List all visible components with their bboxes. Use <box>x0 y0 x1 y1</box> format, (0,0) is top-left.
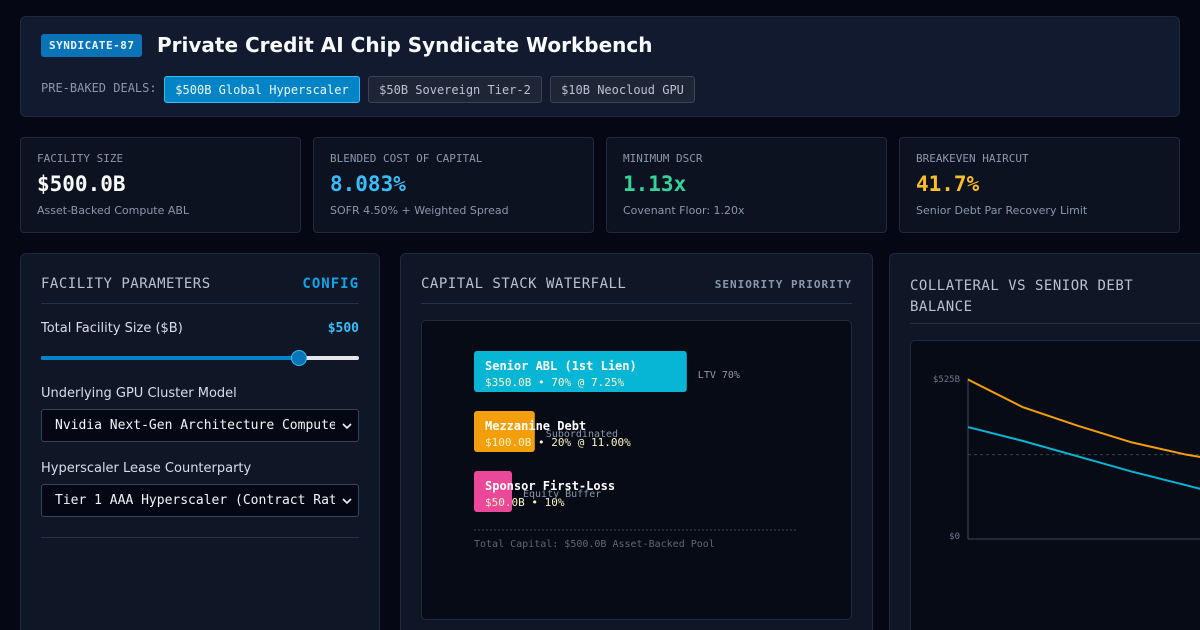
waterfall-footer: Total Capital: $500.0B Asset-Backed Pool <box>474 539 715 550</box>
series-line-1 <box>967 426 1200 490</box>
y-tick-label: $525B <box>933 375 960 385</box>
chevron-down-icon <box>342 498 352 505</box>
tranche-tag: Equity Buffer <box>523 489 601 500</box>
config-link[interactable]: CONFIG <box>302 276 359 292</box>
slider-fill <box>41 356 299 360</box>
kpi-value: 41.7% <box>916 172 980 196</box>
line-chart-svg: $525B $0 <box>933 375 1200 542</box>
kpi-label: BLENDED COST OF CAPITAL <box>330 152 483 165</box>
divider <box>41 537 359 538</box>
kpi-facility-size: FACILITY SIZE $500.0B Asset-Backed Compu… <box>20 137 301 233</box>
kpi-cost-of-capital: BLENDED COST OF CAPITAL 8.083% SOFR 4.50… <box>313 137 594 233</box>
capital-stack-panel: CAPITAL STACK WATERFALL SENIORITY PRIORI… <box>400 253 873 630</box>
panel-title: COLLATERAL VS SENIOR DEBT BALANCE <box>910 276 1133 318</box>
kpi-subtext: Senior Debt Par Recovery Limit <box>916 204 1088 217</box>
facility-size-value: $500 <box>327 321 359 336</box>
kpi-breakeven-haircut: BREAKEVEN HAIRCUT 41.7% Senior Debt Par … <box>899 137 1180 233</box>
panel-title: FACILITY PARAMETERS <box>41 276 211 292</box>
waterfall-svg: Senior ABL (1st Lien) $350.0B • 70% @ 7.2… <box>474 351 798 550</box>
kpi-value: 1.13x <box>623 172 687 196</box>
facility-size-label: Total Facility Size ($B) <box>41 321 183 336</box>
kpi-subtext: SOFR 4.50% + Weighted Spread <box>330 204 509 217</box>
deal-button-neocloud-gpu[interactable]: $10B Neocloud GPU <box>550 76 695 103</box>
kpi-minimum-dscr: MINIMUM DSCR 1.13x Covenant Floor: 1.20x <box>606 137 887 233</box>
chevron-down-icon <box>342 423 352 430</box>
kpi-subtext: Covenant Floor: 1.20x <box>623 204 745 217</box>
collateral-panel: COLLATERAL VS SENIOR DEBT BALANCE $525B $… <box>889 253 1200 630</box>
kpi-value: 8.083% <box>330 172 406 196</box>
deal-button-sovereign-tier2[interactable]: $50B Sovereign Tier-2 <box>368 76 542 103</box>
facility-parameters-panel: FACILITY PARAMETERS CONFIG Total Facilit… <box>20 253 380 630</box>
kpi-subtext: Asset-Backed Compute ABL <box>37 204 190 217</box>
gpu-model-label: Underlying GPU Cluster Model <box>41 386 237 401</box>
tranche-tag: Subordinated <box>546 429 618 440</box>
kpi-label: MINIMUM DSCR <box>623 152 703 165</box>
tranche-name: Senior ABL (1st Lien) <box>485 359 637 373</box>
kpi-label: FACILITY SIZE <box>37 152 124 165</box>
header-panel: SYNDICATE-87 Private Credit AI Chip Synd… <box>20 16 1180 117</box>
gpu-model-value: Nvidia Next-Gen Architecture Compute <box>55 418 335 433</box>
lessee-label: Hyperscaler Lease Counterparty <box>41 461 252 476</box>
facility-size-slider[interactable] <box>41 350 359 366</box>
kpi-label: BREAKEVEN HAIRCUT <box>916 152 1029 165</box>
panel-subtitle: SENIORITY PRIORITY <box>714 278 852 291</box>
lessee-value: Tier 1 AAA Hyperscaler (Contract Rating) <box>55 493 335 508</box>
lessee-select[interactable]: Tier 1 AAA Hyperscaler (Contract Rating) <box>41 484 359 517</box>
panel-title-line1: COLLATERAL VS SENIOR DEBT <box>910 278 1134 294</box>
page-title: Private Credit AI Chip Syndicate Workben… <box>157 33 653 57</box>
panel-title-line2: BALANCE <box>910 299 973 315</box>
waterfall-chart: Senior ABL (1st Lien) $350.0B • 70% @ 7.2… <box>421 320 852 620</box>
divider <box>41 303 359 304</box>
deal-button-global-hyperscaler[interactable]: $500B Global Hyperscaler <box>164 76 360 103</box>
gpu-model-select[interactable]: Nvidia Next-Gen Architecture Compute <box>41 409 359 442</box>
series-line-0 <box>967 378 1200 458</box>
tranche-tag: LTV 70% <box>698 370 740 381</box>
kpi-value: $500.0B <box>37 172 126 196</box>
slider-handle[interactable] <box>290 350 307 366</box>
deals-label: PRE-BAKED DEALS: <box>41 81 157 95</box>
divider <box>910 323 1200 324</box>
y-tick-label: $0 <box>949 532 960 542</box>
tranche-detail: $350.0B • 70% @ 7.25% <box>485 376 624 389</box>
divider <box>421 303 852 304</box>
collateral-chart: $525B $0 <box>910 340 1200 630</box>
syndicate-badge: SYNDICATE-87 <box>41 34 143 57</box>
panel-title: CAPITAL STACK WATERFALL <box>421 276 627 292</box>
